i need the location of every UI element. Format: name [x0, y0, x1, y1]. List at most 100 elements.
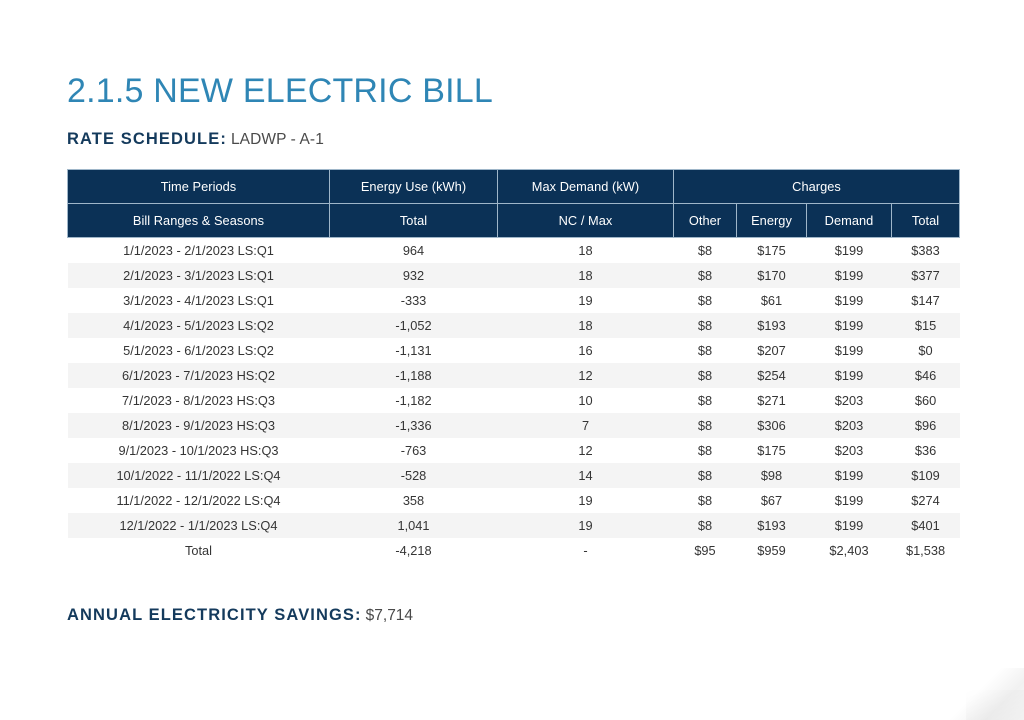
cell-demand: $199 — [806, 462, 892, 488]
table-header-row-group: Time Periods Energy Use (kWh) Max Demand… — [67, 169, 961, 204]
page-title: 2.1.5 NEW ELECTRIC BILL — [67, 71, 493, 110]
cell-other: $8 — [673, 437, 737, 463]
table-row: 10/1/2022 - 11/1/2022 LS:Q4 -528 14 $8 $98 $1… — [67, 462, 960, 488]
header-charges-other: Other — [673, 203, 737, 238]
header-time-periods: Time Periods — [67, 169, 330, 204]
cell-max-demand: 14 — [497, 462, 674, 488]
cell-period: 12/1/2022 - 1/1/2023 LS:Q4 — [67, 512, 330, 538]
header-charges-energy: Energy — [736, 203, 807, 238]
table-row: 1/1/2023 - 2/1/2023 LS:Q1 964 18 $8 $175 $199… — [67, 237, 960, 263]
table-row: 11/1/2022 - 12/1/2022 LS:Q4 358 19 $8 $67 $19… — [67, 487, 960, 513]
cell-energy: $207 — [736, 337, 807, 363]
cell-demand: $2,403 — [806, 537, 892, 563]
cell-energy: $67 — [736, 487, 807, 513]
table-row: 4/1/2023 - 5/1/2023 LS:Q2 -1,052 18 $8 $193 $… — [67, 312, 960, 338]
cell-demand: $199 — [806, 337, 892, 363]
header-energy-use: Energy Use (kWh) — [329, 169, 498, 204]
cell-max-demand: 16 — [497, 337, 674, 363]
header-charges: Charges — [672, 169, 961, 204]
annual-savings-value: $7,714 — [365, 607, 414, 624]
header-charges-demand: Demand — [806, 203, 892, 238]
cell-total: $109 — [891, 462, 960, 488]
cell-period: 6/1/2023 - 7/1/2023 HS:Q2 — [67, 362, 330, 388]
cell-energy-use: 932 — [329, 262, 498, 288]
cell-energy-use: -1,188 — [329, 362, 498, 388]
cell-max-demand: 19 — [497, 512, 674, 538]
cell-energy: $193 — [736, 512, 807, 538]
table-row: 9/1/2023 - 10/1/2023 HS:Q3 -763 12 $8 $175 $2… — [67, 437, 960, 463]
cell-total: $15 — [891, 312, 960, 338]
cell-total: $401 — [891, 512, 960, 538]
cell-max-demand: 7 — [497, 412, 674, 438]
cell-total: $96 — [891, 412, 960, 438]
page-curl-shadow-inner — [966, 690, 1024, 720]
cell-energy: $306 — [736, 412, 807, 438]
cell-period: 7/1/2023 - 8/1/2023 HS:Q3 — [67, 387, 330, 413]
cell-demand: $203 — [806, 412, 892, 438]
cell-max-demand: 19 — [497, 287, 674, 313]
table-row: 12/1/2022 - 1/1/2023 LS:Q4 1,041 19 $8 $193 $… — [67, 512, 960, 538]
table-row: 6/1/2023 - 7/1/2023 HS:Q2 -1,188 12 $8 $254 $… — [67, 362, 960, 388]
cell-other: $8 — [673, 362, 737, 388]
page-curl-shadow — [938, 668, 1024, 720]
cell-other: $8 — [673, 237, 737, 263]
cell-other: $95 — [673, 537, 737, 563]
cell-energy-use: -1,052 — [329, 312, 498, 338]
cell-demand: $199 — [806, 512, 892, 538]
cell-max-demand: 12 — [497, 362, 674, 388]
cell-demand: $199 — [806, 487, 892, 513]
cell-energy: $254 — [736, 362, 807, 388]
cell-period: 9/1/2023 - 10/1/2023 HS:Q3 — [67, 437, 330, 463]
table-row: 5/1/2023 - 6/1/2023 LS:Q2 -1,131 16 $8 $207 $… — [67, 337, 960, 363]
cell-total: $60 — [891, 387, 960, 413]
cell-total: $46 — [891, 362, 960, 388]
cell-other: $8 — [673, 312, 737, 338]
header-energy-total: Total — [329, 203, 498, 238]
electric-bill-table: Time Periods Energy Use (kWh) Max Demand… — [67, 169, 961, 563]
annual-savings-label: ANNUAL ELECTRICITY SAVINGS: — [67, 606, 362, 624]
table-row: 7/1/2023 - 8/1/2023 HS:Q3 -1,182 10 $8 $271 $… — [67, 387, 960, 413]
header-nc-max: NC / Max — [497, 203, 674, 238]
cell-period: 3/1/2023 - 4/1/2023 LS:Q1 — [67, 287, 330, 313]
cell-period: 11/1/2022 - 12/1/2022 LS:Q4 — [67, 487, 330, 513]
cell-energy-use: -528 — [329, 462, 498, 488]
cell-energy-use: -763 — [329, 437, 498, 463]
slide-page: 2.1.5 NEW ELECTRIC BILL RATE SCHEDULE: LA… — [0, 0, 1024, 720]
cell-other: $8 — [673, 487, 737, 513]
cell-demand: $199 — [806, 362, 892, 388]
cell-total: $377 — [891, 262, 960, 288]
cell-other: $8 — [673, 462, 737, 488]
cell-energy-use: -4,218 — [329, 537, 498, 563]
table-total-row: Total -4,218- $95 $959 $2,403 $1,538 — [67, 537, 960, 563]
cell-max-demand: 18 — [497, 237, 674, 263]
cell-max-demand: 10 — [497, 387, 674, 413]
cell-energy: $170 — [736, 262, 807, 288]
cell-period: 4/1/2023 - 5/1/2023 LS:Q2 — [67, 312, 330, 338]
cell-other: $8 — [673, 412, 737, 438]
table-row: 3/1/2023 - 4/1/2023 LS:Q1 -333 19 $8 $61 $199… — [67, 287, 960, 313]
cell-period: 8/1/2023 - 9/1/2023 HS:Q3 — [67, 412, 330, 438]
rate-schedule-value: LADWP - A-1 — [230, 131, 324, 148]
cell-energy-use: -333 — [329, 287, 498, 313]
cell-total: $0 — [891, 337, 960, 363]
cell-energy: $98 — [736, 462, 807, 488]
cell-total: $383 — [891, 237, 960, 263]
annual-savings: ANNUAL ELECTRICITY SAVINGS: $7,714 — [67, 606, 413, 626]
cell-other: $8 — [673, 512, 737, 538]
cell-total: $1,538 — [891, 537, 960, 563]
cell-max-demand: 18 — [497, 262, 674, 288]
cell-other: $8 — [673, 337, 737, 363]
header-bill-ranges-seasons: Bill Ranges & Seasons — [67, 203, 330, 238]
cell-energy: $175 — [736, 437, 807, 463]
cell-energy-use: -1,182 — [329, 387, 498, 413]
cell-energy-use: 1,041 — [329, 512, 498, 538]
cell-other: $8 — [673, 262, 737, 288]
cell-other: $8 — [673, 287, 737, 313]
header-charges-total: Total — [890, 203, 961, 238]
cell-energy: $175 — [736, 237, 807, 263]
cell-demand: $203 — [806, 437, 892, 463]
cell-other: $8 — [673, 387, 737, 413]
cell-energy-use: 358 — [329, 487, 498, 513]
cell-demand: $199 — [806, 287, 892, 313]
rate-schedule: RATE SCHEDULE: LADWP - A-1 — [67, 130, 324, 150]
